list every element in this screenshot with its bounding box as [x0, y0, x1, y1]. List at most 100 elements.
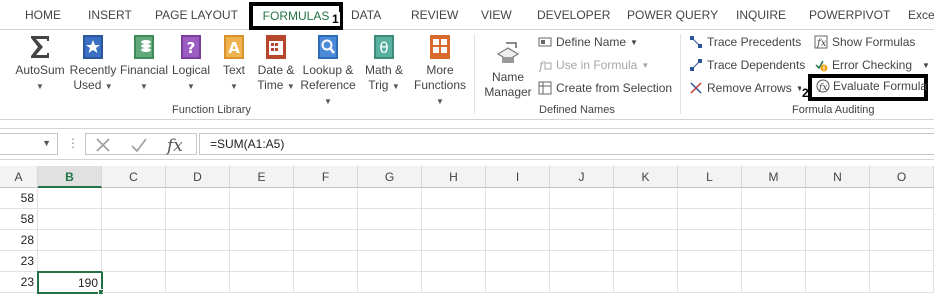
cell-l4[interactable]	[678, 251, 742, 272]
insert-function-icon[interactable]: fx	[166, 135, 188, 155]
cell-e2[interactable]	[230, 209, 294, 230]
column-header-g[interactable]: G	[358, 166, 422, 188]
define-name-button[interactable]: Define Name ▼	[538, 33, 638, 51]
cell-n5[interactable]	[806, 272, 870, 293]
formula-input[interactable]: =SUM(A1:A5)	[199, 133, 934, 155]
cell-k5[interactable]	[614, 272, 678, 293]
cell-b1[interactable]	[38, 188, 102, 209]
cell-e1[interactable]	[230, 188, 294, 209]
cell-c2[interactable]	[102, 209, 166, 230]
tab-formulas[interactable]: FORMULAS	[249, 2, 343, 30]
error-checking-button[interactable]: ! Error Checking ▼	[814, 56, 930, 74]
column-header-c[interactable]: C	[102, 166, 166, 188]
cell-l1[interactable]	[678, 188, 742, 209]
cell-o4[interactable]	[870, 251, 934, 272]
cell-o2[interactable]	[870, 209, 934, 230]
show-formulas-button[interactable]: fx Show Formulas	[814, 33, 915, 51]
tab-home[interactable]: HOME	[25, 8, 61, 22]
cell-m4[interactable]	[742, 251, 806, 272]
cell-m2[interactable]	[742, 209, 806, 230]
cell-n4[interactable]	[806, 251, 870, 272]
more-functions-button[interactable]: More Functions ▼	[409, 33, 471, 109]
cell-f4[interactable]	[294, 251, 358, 272]
cell-l5[interactable]	[678, 272, 742, 293]
cell-g4[interactable]	[358, 251, 422, 272]
date-time-button[interactable]: Date & Time ▼	[254, 33, 298, 94]
cell-o5[interactable]	[870, 272, 934, 293]
column-header-d[interactable]: D	[166, 166, 230, 188]
column-header-f[interactable]: F	[294, 166, 358, 188]
cell-i4[interactable]	[486, 251, 550, 272]
cell-f5[interactable]	[294, 272, 358, 293]
cell-d2[interactable]	[166, 209, 230, 230]
cell-d1[interactable]	[166, 188, 230, 209]
cell-d5[interactable]	[166, 272, 230, 293]
cell-c5[interactable]	[102, 272, 166, 293]
cell-j4[interactable]	[550, 251, 614, 272]
cell-h3[interactable]	[422, 230, 486, 251]
cell-h4[interactable]	[422, 251, 486, 272]
tab-insert[interactable]: INSERT	[88, 8, 132, 22]
cell-m5[interactable]	[742, 272, 806, 293]
cell-e3[interactable]	[230, 230, 294, 251]
cell-e5[interactable]	[230, 272, 294, 293]
tab-powerpivot[interactable]: POWERPIVOT	[809, 8, 890, 22]
use-in-formula-button[interactable]: f Use in Formula ▼	[538, 56, 649, 74]
cell-a2[interactable]: 58	[0, 209, 38, 230]
cell-o1[interactable]	[870, 188, 934, 209]
cell-h5[interactable]	[422, 272, 486, 293]
name-box[interactable]: ▼	[0, 133, 58, 155]
cell-i5[interactable]	[486, 272, 550, 293]
cell-n3[interactable]	[806, 230, 870, 251]
cell-a1[interactable]: 58	[0, 188, 38, 209]
tab-data[interactable]: DATA	[351, 8, 381, 22]
cell-a3[interactable]: 28	[0, 230, 38, 251]
cell-b3[interactable]	[38, 230, 102, 251]
cell-n1[interactable]	[806, 188, 870, 209]
cell-b2[interactable]	[38, 209, 102, 230]
recently-used-button[interactable]: Recently Used ▼	[68, 33, 118, 94]
cell-i2[interactable]	[486, 209, 550, 230]
cell-l2[interactable]	[678, 209, 742, 230]
cell-m1[interactable]	[742, 188, 806, 209]
autosum-button[interactable]: AutoSum ▼	[14, 33, 66, 94]
column-header-o[interactable]: O	[870, 166, 934, 188]
tab-page-layout[interactable]: PAGE LAYOUT	[155, 8, 238, 22]
cell-f3[interactable]	[294, 230, 358, 251]
column-header-l[interactable]: L	[678, 166, 742, 188]
tab-review[interactable]: REVIEW	[411, 8, 458, 22]
cell-c1[interactable]	[102, 188, 166, 209]
trace-dependents-button[interactable]: Trace Dependents	[689, 56, 805, 74]
selected-cell-b5[interactable]: 190	[37, 271, 103, 294]
cell-j5[interactable]	[550, 272, 614, 293]
logical-button[interactable]: ? Logical ▼	[170, 33, 212, 94]
column-header-e[interactable]: E	[230, 166, 294, 188]
cell-j1[interactable]	[550, 188, 614, 209]
name-manager-button[interactable]: Name Manager	[480, 40, 536, 100]
drag-handle-icon[interactable]: ⋮	[67, 136, 79, 150]
cell-n2[interactable]	[806, 209, 870, 230]
column-header-h[interactable]: H	[422, 166, 486, 188]
cell-k1[interactable]	[614, 188, 678, 209]
math-trig-button[interactable]: θ Math & Trig ▼	[360, 33, 408, 94]
enter-check-icon[interactable]	[130, 136, 148, 154]
cell-b4[interactable]	[38, 251, 102, 272]
tab-view[interactable]: VIEW	[481, 8, 512, 22]
cell-c3[interactable]	[102, 230, 166, 251]
tab-excel-overflow[interactable]: Exce	[908, 8, 934, 22]
cell-e4[interactable]	[230, 251, 294, 272]
column-header-j[interactable]: J	[550, 166, 614, 188]
cell-k2[interactable]	[614, 209, 678, 230]
column-header-i[interactable]: I	[486, 166, 550, 188]
cell-k3[interactable]	[614, 230, 678, 251]
evaluate-formula-button[interactable]: fx Evaluate Formula	[808, 74, 928, 101]
cell-f2[interactable]	[294, 209, 358, 230]
cell-j2[interactable]	[550, 209, 614, 230]
column-header-m[interactable]: M	[742, 166, 806, 188]
chevron-down-icon[interactable]: ▼	[42, 138, 51, 148]
cell-g2[interactable]	[358, 209, 422, 230]
column-header-a[interactable]: A	[0, 166, 38, 188]
cell-o3[interactable]	[870, 230, 934, 251]
cell-f1[interactable]	[294, 188, 358, 209]
remove-arrows-button[interactable]: Remove Arrows ▼	[689, 79, 804, 97]
